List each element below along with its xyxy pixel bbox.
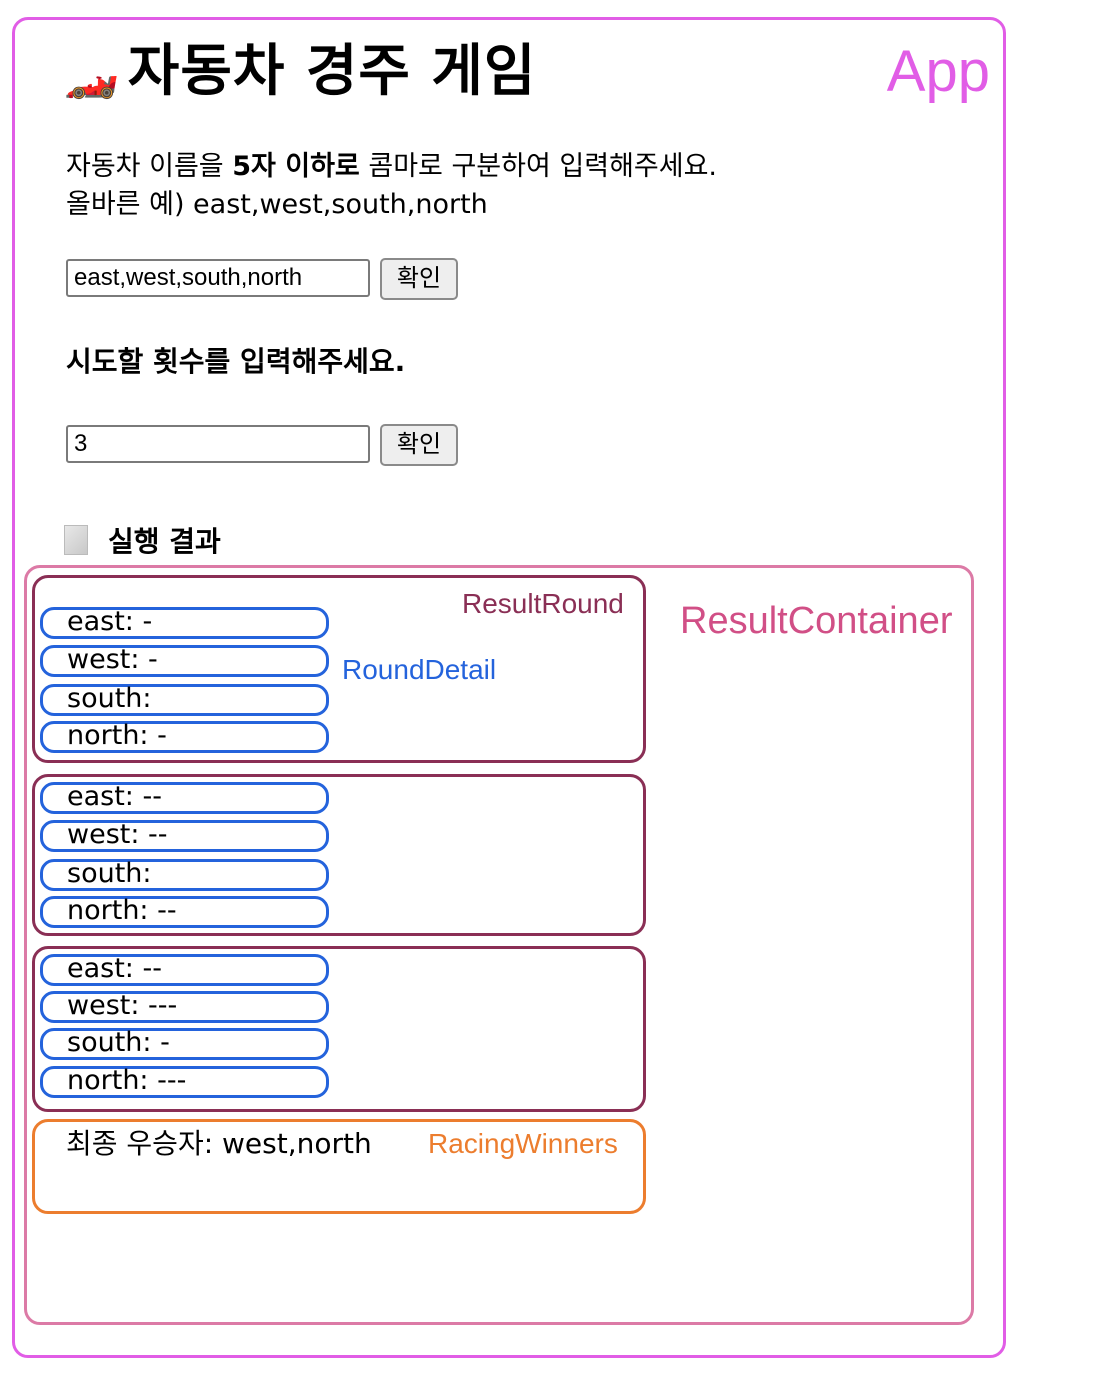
try-count-input[interactable]: 3 bbox=[66, 425, 370, 463]
try-count-confirm-button[interactable]: 확인 bbox=[380, 424, 458, 466]
round-detail: north: --- bbox=[40, 1066, 329, 1098]
round-detail-label: RoundDetail bbox=[342, 654, 497, 685]
round-detail: west: - bbox=[40, 645, 329, 677]
winners-text: 최종 우승자: west,north bbox=[66, 1127, 372, 1160]
result-container-label: ResultContainer bbox=[680, 600, 953, 642]
try-count-label: 시도할 횟수를 입력해주세요. bbox=[66, 345, 406, 378]
car-names-example: 올바른 예) east,west,south,north bbox=[66, 189, 488, 220]
round-detail: west: --- bbox=[40, 991, 329, 1023]
app-component-label: App bbox=[886, 39, 990, 104]
result-heading: 실행 결과 bbox=[64, 520, 221, 560]
round-detail: south: bbox=[40, 859, 329, 891]
round-detail: north: - bbox=[40, 721, 329, 753]
car-names-confirm-button[interactable]: 확인 bbox=[380, 258, 458, 300]
car-names-description: 자동차 이름을 5자 이하로 콤마로 구분하여 입력해주세요. 올바른 예) e… bbox=[66, 148, 717, 224]
car-names-instruction: 자동차 이름을 5자 이하로 콤마로 구분하여 입력해주세요. bbox=[66, 148, 717, 186]
result-heading-text: 실행 결과 bbox=[108, 525, 221, 558]
page-title-text: 자동차 경주 게임 bbox=[127, 39, 537, 104]
round-detail: east: -- bbox=[40, 954, 329, 986]
document-icon bbox=[64, 525, 88, 555]
result-round-label: ResultRound bbox=[462, 588, 624, 619]
round-detail: south: - bbox=[40, 1028, 329, 1060]
round-detail: east: - bbox=[40, 607, 329, 639]
round-detail: west: -- bbox=[40, 820, 329, 852]
car-names-input[interactable]: east,west,south,north bbox=[66, 259, 370, 297]
round-detail: east: -- bbox=[40, 782, 329, 814]
instruction-bold: 5자 이하로 bbox=[232, 151, 360, 182]
instruction-suffix: 콤마로 구분하여 입력해주세요. bbox=[359, 151, 718, 182]
racing-winners-label: RacingWinners bbox=[428, 1128, 618, 1159]
round-detail: north: -- bbox=[40, 896, 329, 928]
race-car-icon: 🏎️ bbox=[64, 50, 120, 101]
page-title: 🏎️ 자동차 경주 게임 bbox=[64, 26, 536, 107]
round-detail: south: bbox=[40, 684, 329, 716]
instruction-prefix: 자동차 이름을 bbox=[66, 151, 233, 182]
